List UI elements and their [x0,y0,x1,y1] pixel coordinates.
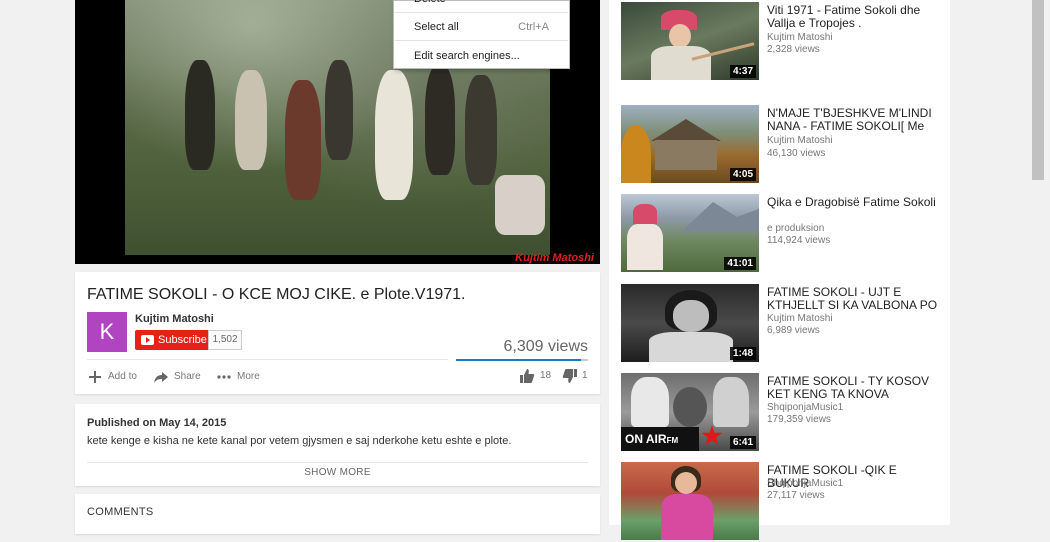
youtube-play-icon [141,335,154,345]
related-video-views: 46,130 views [767,148,826,159]
scrollbar-thumb[interactable] [1032,0,1044,180]
context-menu-item-select-all[interactable]: Select all Ctrl+A [394,17,569,37]
view-count: 6,309 views [503,338,589,355]
related-video-channel: ShqiponjaMusic1 [767,478,844,489]
plus-icon [87,369,103,385]
channel-name[interactable]: Kujtim Matoshi [135,313,214,325]
video-duration: 4:37 [729,65,756,78]
context-menu-separator [395,12,568,13]
video-duration: 41:01 [724,257,756,270]
on-air-label: ON AIRFM [625,432,679,446]
divider [87,359,448,360]
publish-date: Published on May 14, 2015 [87,417,227,429]
related-video-item[interactable]: 4:05 N'MAJE T'BJESHKVE M'LINDI NANA - FA… [621,105,941,185]
related-video-channel: ShqiponjaMusic1 [767,402,844,413]
share-arrow-icon [153,369,169,385]
video-thumbnail[interactable]: 41:01 [621,194,759,272]
video-info-card: FATIME SOKOLI - O KCE MOJ CIKE. e Plote.… [75,272,600,394]
channel-avatar[interactable]: K [87,312,127,352]
divider [87,462,588,463]
dislike-button[interactable]: 1 [562,368,588,384]
add-to-button[interactable]: Add to [87,369,147,385]
related-video-item[interactable]: 41:01 Qika e Dragobisë Fatime Sokoli e p… [621,194,941,274]
related-video-views: 2,328 views [767,44,820,55]
more-button[interactable]: More [216,369,276,385]
description-card: Published on May 14, 2015 kete kenge e k… [75,404,600,486]
context-menu-item-edit-search-engines[interactable]: Edit search engines... [394,46,569,66]
context-menu-item-delete[interactable]: Delete [394,0,569,9]
comments-section: COMMENTS [75,494,600,534]
related-video-title[interactable]: Qika e Dragobisë Fatime Sokoli [767,196,939,209]
video-duration: 1:48 [729,347,756,360]
related-video-item[interactable]: FATIME SOKOLI -QIK E BUKUR ShqiponjaMusi… [621,462,941,542]
video-duration: 6:41 [729,436,756,449]
share-button[interactable]: Share [153,369,213,385]
related-video-title[interactable]: FATIME SOKOLI - TY KOSOV KET KENG TA KNO… [767,375,939,401]
related-video-channel: Kujtim Matoshi [767,313,833,324]
dislike-count: 1 [582,370,588,381]
video-thumbnail[interactable] [621,462,759,540]
like-button[interactable]: 18 [519,368,553,384]
video-duration: 4:05 [729,168,756,181]
more-dots-icon [216,369,232,385]
like-count: 18 [540,370,552,381]
subscriber-count: 1,502 [208,330,242,350]
related-video-views: 179,359 views [767,414,831,425]
context-menu-separator [395,40,568,41]
thumbs-down-icon [562,368,578,390]
related-video-title[interactable]: FATIME SOKOLI - UJT E KTHJELLT SI KA VAL… [767,286,939,312]
related-video-views: 114,924 views [767,235,831,246]
video-title: FATIME SOKOLI - O KCE MOJ CIKE. e Plote.… [87,286,466,303]
subscribe-button[interactable]: Subscribe [135,330,208,350]
related-video-channel: e produksion [767,223,825,234]
video-thumbnail[interactable]: 1:48 [621,284,759,362]
related-video-views: 6,989 views [767,325,820,336]
related-video-title[interactable]: Viti 1971 - Fatime Sokoli dhe Vallja e T… [767,4,939,30]
show-more-button[interactable]: SHOW MORE [75,467,600,478]
context-menu: Delete Select all Ctrl+A Edit search eng… [393,0,570,69]
description-text: kete kenge e kisha ne kete kanal por vet… [87,435,512,447]
related-video-channel: Kujtim Matoshi [767,32,833,43]
related-video-item[interactable]: ON AIRFM 6:41 FATIME SOKOLI - TY KOSOV K… [621,373,941,453]
like-dislike-bar [456,359,588,361]
thumbs-up-icon [519,368,535,390]
video-thumbnail[interactable]: ON AIRFM 6:41 [621,373,759,451]
related-video-channel: Kujtim Matoshi [767,135,833,146]
like-bar-fill [456,359,582,361]
related-video-item[interactable]: 4:37 Viti 1971 - Fatime Sokoli dhe Vallj… [621,2,941,82]
related-video-views: 27,117 views [767,490,825,501]
star-icon [701,425,723,446]
related-videos-sidebar: 4:37 Viti 1971 - Fatime Sokoli dhe Vallj… [609,0,950,540]
comments-heading: COMMENTS [87,506,154,518]
related-video-item[interactable]: 1:48 FATIME SOKOLI - UJT E KTHJELLT SI K… [621,284,941,364]
video-thumbnail[interactable]: 4:05 [621,105,759,183]
related-video-title[interactable]: N'MAJE T'BJESHKVE M'LINDI NANA - FATIME … [767,107,939,133]
video-thumbnail[interactable]: 4:37 [621,2,759,80]
player-watermark: Kujtim Matoshi [515,252,594,264]
